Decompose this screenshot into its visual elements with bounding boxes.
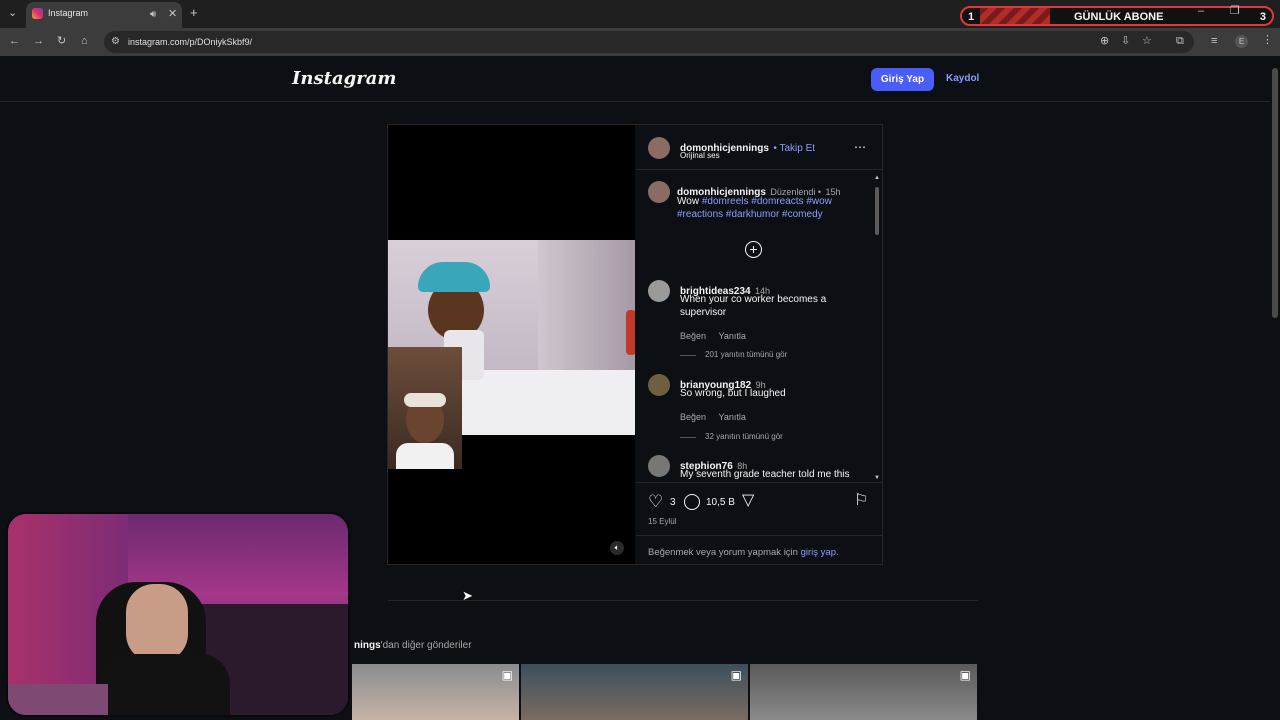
close-tab-icon[interactable]: ✕	[168, 9, 177, 20]
overlay-left-number: 1	[968, 11, 975, 23]
view-replies-link[interactable]: 201 yanıtın tümünü gör	[705, 350, 787, 359]
more-post-thumbnail[interactable]: ▣	[521, 664, 748, 720]
comment-actions: Beğen Yanıtla	[680, 326, 746, 344]
comments-scroll-thumb[interactable]	[875, 187, 879, 235]
reels-icon: ▣	[730, 668, 742, 682]
reels-icon: ▣	[501, 668, 513, 682]
follow-link[interactable]: • Takip Et	[773, 143, 815, 154]
like-comment-link[interactable]: Beğen	[680, 412, 706, 422]
overlay-label: GÜNLÜK ABONE	[1074, 11, 1164, 23]
instagram-header: Instagram Giriş Yap Kaydol	[0, 56, 1270, 102]
comment-avatar[interactable]	[648, 280, 670, 302]
extensions-icon[interactable]: ⧉	[1176, 36, 1184, 47]
post-date: 15 Eylül	[648, 517, 677, 526]
more-posts-divider	[388, 600, 978, 601]
replies-line	[680, 437, 696, 438]
add-circle-icon[interactable]: +	[745, 241, 762, 258]
reading-list-icon[interactable]: ≡	[1211, 36, 1217, 47]
reels-icon: ▣	[959, 668, 971, 682]
more-post-thumbnail[interactable]: ▣	[352, 664, 519, 720]
share-send-icon[interactable]: ▽	[742, 493, 754, 509]
more-posts-author[interactable]: nings	[354, 640, 381, 651]
browser-toolbar: ← → ↻ ⌂ ⚙ instagram.com/p/DOniykSkbf9/ ⊕…	[0, 28, 1280, 56]
comment-text: So wrong, but I laughed	[680, 388, 786, 399]
install-icon[interactable]: ⇩	[1121, 36, 1130, 47]
post-container: 🔈︎ domonhicjennings • Takip Et Orijinal …	[387, 124, 883, 565]
reply-link[interactable]: Yanıtla	[718, 412, 745, 422]
like-count: 3	[670, 497, 676, 508]
heart-icon[interactable]: ♡	[648, 493, 663, 510]
caption-text: Wow	[677, 196, 700, 207]
login-prompt: Beğenmek veya yorum yapmak için giriş ya…	[648, 547, 839, 558]
url-text: instagram.com/p/DOniykSkbf9/	[128, 37, 253, 47]
comment-avatar[interactable]	[648, 374, 670, 396]
author-avatar[interactable]	[648, 137, 670, 159]
zoom-icon[interactable]: ⊕	[1100, 36, 1109, 47]
menu-kebab-icon[interactable]: ⋮	[1262, 35, 1273, 46]
login-prompt-text: Beğenmek veya yorum yapmak için	[648, 547, 798, 558]
like-comment-link[interactable]: Beğen	[680, 331, 706, 341]
actions-divider	[636, 482, 882, 483]
instagram-favicon-icon	[32, 8, 43, 19]
tab-title: Instagram	[48, 8, 89, 18]
overlay-right-number: 3	[1259, 11, 1266, 23]
subscriber-goal-overlay: 1 GÜNLÜK ABONE 3	[960, 6, 1274, 26]
header-divider	[636, 169, 882, 170]
post-sidebar: domonhicjennings • Takip Et Orijinal ses…	[636, 125, 882, 564]
scroll-up-icon[interactable]: ▲	[874, 173, 880, 184]
address-bar[interactable]: ⚙ instagram.com/p/DOniykSkbf9/ ⊕ ⇩ ☆	[104, 31, 1194, 53]
caption-hashtags-2[interactable]: #reactions #darkhumor #comedy	[677, 208, 823, 221]
more-post-thumbnail[interactable]: ▣	[750, 664, 977, 720]
more-posts-label: 'dan diğer gönderiler	[380, 640, 472, 651]
comment-avatar[interactable]	[648, 455, 670, 477]
comment-count: 10,5 B	[706, 497, 735, 508]
site-info-icon[interactable]: ⚙	[111, 36, 120, 47]
caption-hashtags-1[interactable]: #domreels #domreacts #wow	[702, 196, 832, 207]
overlay-progress-stripe	[980, 8, 1050, 24]
footer-divider	[636, 535, 882, 536]
page-scrollbar[interactable]	[1270, 56, 1280, 720]
more-options-icon[interactable]: ⋯	[854, 141, 866, 153]
profile-avatar[interactable]: E	[1235, 35, 1248, 48]
reply-link[interactable]: Yanıtla	[718, 331, 745, 341]
audio-label[interactable]: Orijinal ses	[680, 151, 720, 160]
reel-video[interactable]: 🔈︎	[388, 125, 635, 564]
signup-link[interactable]: Kaydol	[946, 73, 979, 84]
tab-list-icon[interactable]: ⌄	[8, 8, 17, 19]
login-button[interactable]: Giriş Yap	[871, 68, 934, 91]
browser-tab[interactable]: Instagram 🔊︎ ✕	[26, 2, 182, 28]
browser-tab-strip: ⌄ Instagram 🔊︎ ✕ + 1 GÜNLÜK ABONE 3 – ❐	[0, 0, 1280, 28]
comments-scrollbar[interactable]: ▲ ▼	[874, 173, 880, 481]
comment-bubble-icon[interactable]	[684, 494, 700, 510]
forward-icon[interactable]: →	[33, 36, 44, 47]
caption-line-1: Wow #domreels #domreacts #wow	[677, 195, 832, 208]
comment-text: When your co worker becomes a supervisor	[680, 294, 827, 318]
instagram-logo[interactable]: Instagram	[292, 68, 396, 89]
comment-text: My seventh grade teacher told me this	[680, 469, 850, 480]
login-prompt-link[interactable]: giriş yap.	[801, 547, 839, 558]
bookmark-star-icon[interactable]: ☆	[1142, 36, 1152, 47]
replies-line	[680, 355, 696, 356]
save-bookmark-icon[interactable]: ⚐	[854, 493, 868, 509]
audio-playing-icon[interactable]: 🔊︎	[150, 9, 156, 20]
home-icon[interactable]: ⌂	[81, 36, 88, 47]
comment-actions: Beğen Yanıtla	[680, 407, 746, 425]
new-tab-icon[interactable]: +	[190, 6, 198, 19]
streamer-webcam	[6, 512, 350, 717]
more-posts-heading: nings'dan diğer gönderiler	[354, 640, 472, 651]
reactor-webcam-overlay	[388, 347, 462, 469]
mute-icon[interactable]: 🔈︎	[610, 541, 624, 555]
restore-icon[interactable]: ❐	[1230, 6, 1240, 17]
view-replies-link[interactable]: 32 yanıtın tümünü gör	[705, 432, 783, 441]
page-scroll-thumb[interactable]	[1272, 68, 1278, 318]
reload-icon[interactable]: ↻	[57, 36, 66, 47]
caption-avatar[interactable]	[648, 181, 670, 203]
minimize-icon[interactable]: –	[1198, 6, 1204, 17]
back-icon[interactable]: ←	[9, 36, 20, 47]
